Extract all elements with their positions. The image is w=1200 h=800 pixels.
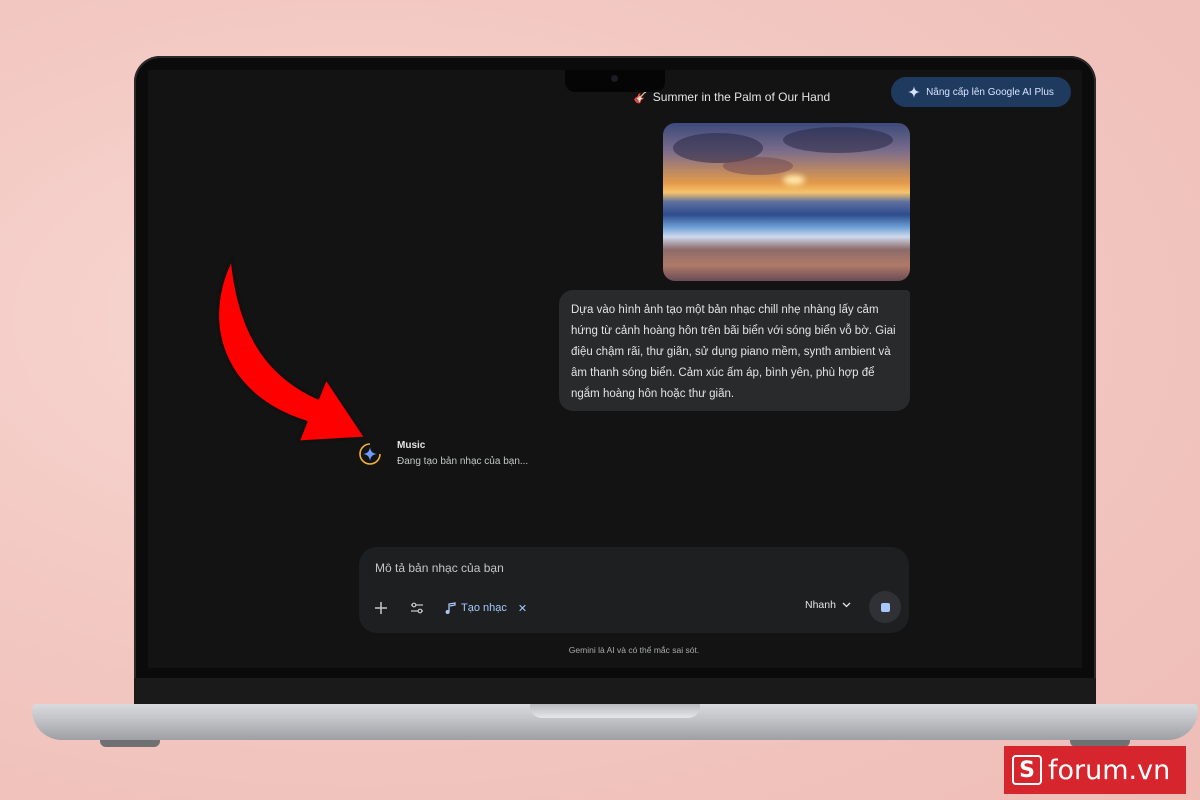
prompt-composer: Tạo nhạc ✕ Nhanh: [359, 547, 909, 633]
uploaded-beach-image[interactable]: [663, 123, 910, 281]
tools-button[interactable]: [407, 598, 427, 618]
camera-notch: [565, 70, 665, 92]
upgrade-label: Nâng cấp lên Google AI Plus: [926, 86, 1054, 98]
add-button[interactable]: [371, 598, 391, 618]
laptop-base-notch: [530, 704, 700, 718]
sforum-logo: S: [1012, 755, 1042, 785]
prompt-input[interactable]: [375, 561, 775, 575]
sparkle-icon: [908, 86, 921, 98]
mode-selector[interactable]: Nhanh: [805, 599, 851, 611]
sforum-text: forum.vn: [1048, 754, 1171, 786]
laptop-foot-left: [100, 740, 160, 747]
upgrade-button[interactable]: Nâng cấp lên Google AI Plus: [891, 77, 1071, 107]
conversation-title: 🎸 Summer in the Palm of Our Hand: [633, 90, 831, 104]
chevron-down-icon: [842, 602, 851, 608]
plus-icon: [375, 602, 387, 614]
user-prompt-bubble: Dựa vào hình ảnh tạo một bản nhạc chill …: [559, 290, 910, 411]
guitar-icon: 🎸: [633, 90, 649, 104]
create-music-chip[interactable]: Tạo nhạc ✕: [445, 597, 527, 619]
response-title: Music: [397, 440, 426, 451]
stop-icon: [880, 602, 890, 612]
sforum-watermark: S forum.vn: [1004, 746, 1186, 794]
mode-label: Nhanh: [805, 599, 836, 611]
sliders-icon: [411, 602, 423, 614]
red-arrow-annotation: [216, 256, 368, 444]
disclaimer-text: Gemini là AI và có thể mắc sai sót.: [568, 645, 700, 655]
response-status: Đang tạo bản nhạc của bạn...: [397, 456, 529, 467]
chip-label: Tạo nhạc: [461, 602, 507, 614]
close-icon[interactable]: ✕: [518, 602, 527, 615]
stop-button[interactable]: [869, 591, 901, 623]
music-note-icon: [445, 602, 456, 614]
laptop-chin: [134, 678, 1096, 706]
